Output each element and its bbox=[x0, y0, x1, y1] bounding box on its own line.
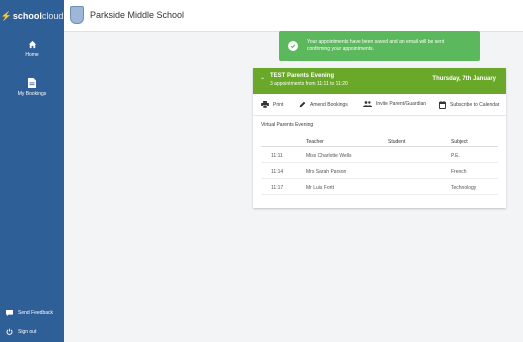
table-row: 11:14 Mrs Sarah Parson French bbox=[261, 163, 498, 179]
header-teacher: Teacher bbox=[306, 139, 324, 145]
invite-parent-label: Invite Parent/Guardian bbox=[376, 101, 427, 107]
sidebar-item-my-bookings[interactable]: My Bookings bbox=[0, 78, 64, 97]
amend-bookings-label: Amend Bookings bbox=[310, 101, 348, 108]
table-row: 11:11 Miss Charlotte Wells P.E. bbox=[261, 147, 498, 163]
subscribe-calendar-label: Subscribe to Calendar bbox=[450, 102, 500, 108]
send-feedback-button[interactable]: Send Feedback bbox=[6, 310, 53, 316]
school-crest-icon bbox=[70, 6, 84, 24]
event-header[interactable]: ⌃ TEST Parents Evening 3 appointments fr… bbox=[253, 68, 506, 94]
print-button[interactable]: Print bbox=[261, 101, 283, 108]
header-subject: Subject bbox=[451, 139, 468, 145]
chevron-up-icon[interactable]: ⌃ bbox=[260, 77, 265, 84]
document-icon bbox=[28, 78, 36, 88]
feedback-icon bbox=[6, 310, 13, 316]
check-circle-icon bbox=[288, 41, 298, 51]
header-student: Student bbox=[388, 139, 406, 145]
event-subtitle: 3 appointments from 11:11 to 11:20 bbox=[270, 81, 348, 87]
event-date: Thursday, 7th January bbox=[432, 76, 496, 82]
event-toolbar: Print Amend Bookings Invite Parent/Guard… bbox=[253, 94, 506, 116]
pencil-icon bbox=[299, 101, 306, 108]
sidebar: Home My Bookings Send Feedback Sign out bbox=[0, 32, 64, 342]
send-feedback-label: Send Feedback bbox=[18, 310, 54, 316]
event-card: ⌃ TEST Parents Evening 3 appointments fr… bbox=[253, 68, 506, 208]
brand-bolt: ⚡ bbox=[0, 10, 12, 21]
schoolcloud-logo[interactable]: ⚡ school cloud bbox=[0, 0, 64, 32]
brand-cloud: cloud bbox=[41, 11, 64, 21]
home-icon bbox=[28, 40, 36, 49]
amend-bookings-button[interactable]: Amend Bookings bbox=[299, 101, 348, 108]
calendar-icon bbox=[439, 101, 446, 109]
section-label: Virtual Parents Evening bbox=[261, 122, 314, 128]
row-subject: P.E. bbox=[451, 153, 460, 159]
top-bar: ⚡ school cloud Parkside Middle School bbox=[0, 0, 523, 32]
row-subject: French bbox=[451, 169, 467, 175]
subscribe-calendar-button[interactable]: Subscribe to Calendar bbox=[439, 101, 499, 109]
event-title: TEST Parents Evening bbox=[270, 73, 335, 79]
row-time: 11:11 bbox=[271, 153, 283, 159]
table-row: 11:17 Mr Luis Fortt Technology bbox=[261, 179, 498, 195]
sign-out-label: Sign out bbox=[18, 328, 37, 335]
row-teacher: Mr Luis Fortt bbox=[306, 185, 335, 191]
people-icon bbox=[363, 101, 372, 107]
row-teacher: Mrs Sarah Parson bbox=[306, 169, 347, 175]
print-label: Print bbox=[273, 101, 284, 108]
brand-school: school bbox=[12, 11, 42, 21]
school-name: Parkside Middle School bbox=[90, 10, 185, 20]
sidebar-item-label: Home bbox=[25, 52, 39, 58]
table-header: Teacher Student Subject bbox=[261, 135, 498, 147]
success-toast: Your appointments have been saved and an… bbox=[279, 31, 480, 61]
appointments-table: Teacher Student Subject 11:11 Miss Charl… bbox=[261, 135, 498, 195]
sidebar-item-home[interactable]: Home bbox=[0, 40, 64, 58]
invite-parent-button[interactable]: Invite Parent/Guardian bbox=[363, 101, 426, 107]
row-subject: Technology bbox=[451, 185, 477, 191]
row-time: 11:14 bbox=[271, 169, 284, 175]
printer-icon bbox=[261, 101, 269, 108]
row-teacher: Miss Charlotte Wells bbox=[306, 153, 352, 159]
row-time: 11:17 bbox=[271, 185, 284, 191]
sign-out-button[interactable]: Sign out bbox=[6, 328, 36, 335]
sidebar-item-label: My Bookings bbox=[17, 91, 47, 97]
toast-message: Your appointments have been saved and an… bbox=[307, 39, 445, 52]
power-icon bbox=[6, 328, 13, 335]
